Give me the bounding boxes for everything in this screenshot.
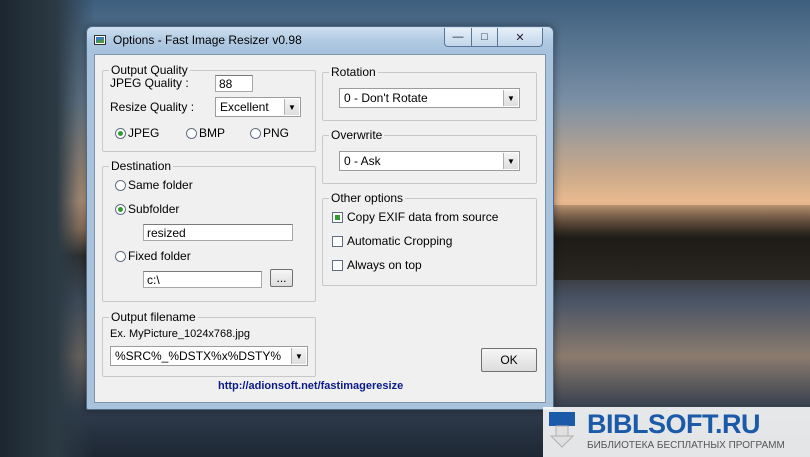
destination-group: Destination Same folder Subfolder resize…	[102, 159, 316, 302]
output-filename-group: Output filename Ex. MyPicture_1024x768.j…	[102, 310, 316, 377]
title-bar[interactable]: Options - Fast Image Resizer v0.98 — □ ✕	[87, 27, 553, 53]
rotation-value: 0 - Don't Rotate	[344, 91, 428, 105]
png-radio-label[interactable]: PNG	[263, 126, 289, 141]
overwrite-value: 0 - Ask	[344, 154, 381, 168]
website-link[interactable]: http://adionsoft.net/fastimageresize	[218, 380, 403, 392]
output-quality-group: Output Quality JPEG Quality : 88 Resize …	[102, 63, 316, 152]
copy-exif-checkbox[interactable]	[332, 212, 343, 223]
desktop-background-treeline	[550, 205, 810, 280]
window-title: Options - Fast Image Resizer v0.98	[113, 33, 302, 47]
output-filename-pattern: %SRC%_%DSTX%x%DSTY%	[115, 349, 282, 363]
png-radio[interactable]	[250, 128, 261, 139]
minimize-icon: —	[452, 31, 464, 43]
minimize-button[interactable]: —	[444, 28, 472, 47]
always-on-top-label[interactable]: Always on top	[347, 258, 422, 273]
output-filename-legend: Output filename	[109, 310, 198, 325]
same-folder-label[interactable]: Same folder	[128, 178, 193, 193]
watermark-subtitle: БИБЛИОТЕКА БЕСПЛАТНЫХ ПРОГРАММ	[587, 440, 785, 451]
options-window: Options - Fast Image Resizer v0.98 — □ ✕…	[86, 26, 554, 410]
rotation-select[interactable]: 0 - Don't Rotate ▼	[339, 88, 520, 108]
watermark: BIBLSOFT.RU БИБЛИОТЕКА БЕСПЛАТНЫХ ПРОГРА…	[543, 407, 810, 457]
overwrite-select[interactable]: 0 - Ask ▼	[339, 151, 520, 171]
always-on-top-checkbox[interactable]	[332, 260, 343, 271]
subfolder-input[interactable]: resized	[143, 224, 293, 241]
resize-quality-label: Resize Quality :	[110, 100, 195, 114]
fixed-folder-label[interactable]: Fixed folder	[128, 249, 191, 264]
jpeg-quality-label: JPEG Quality :	[110, 76, 189, 90]
overwrite-legend: Overwrite	[329, 128, 385, 143]
browse-button[interactable]: ...	[270, 269, 293, 287]
auto-crop-checkbox[interactable]	[332, 236, 343, 247]
app-icon	[94, 35, 106, 45]
chevron-down-icon[interactable]: ▼	[284, 99, 299, 115]
ok-button[interactable]: OK	[481, 348, 537, 372]
watermark-title: BIBLSOFT.RU	[587, 409, 761, 439]
bmp-radio[interactable]	[186, 128, 197, 139]
rotation-group: Rotation 0 - Don't Rotate ▼	[322, 65, 537, 121]
rotation-legend: Rotation	[329, 65, 378, 80]
bmp-radio-label[interactable]: BMP	[199, 126, 225, 141]
other-options-legend: Other options	[329, 191, 406, 206]
output-filename-select[interactable]: %SRC%_%DSTX%x%DSTY% ▼	[110, 346, 308, 366]
jpeg-radio[interactable]	[115, 128, 126, 139]
download-arrow-icon	[549, 412, 575, 448]
chevron-down-icon[interactable]: ▼	[503, 153, 518, 169]
overwrite-group: Overwrite 0 - Ask ▼	[322, 128, 537, 184]
chevron-down-icon[interactable]: ▼	[291, 348, 306, 364]
auto-crop-label[interactable]: Automatic Cropping	[347, 234, 452, 249]
same-folder-radio[interactable]	[115, 180, 126, 191]
fixed-folder-radio[interactable]	[115, 251, 126, 262]
desktop-background	[0, 0, 95, 457]
close-icon: ✕	[515, 31, 525, 44]
fixed-folder-input[interactable]: c:\	[143, 271, 262, 288]
dialog-client-area: Output Quality JPEG Quality : 88 Resize …	[94, 54, 546, 403]
destination-legend: Destination	[109, 159, 174, 174]
subfolder-label[interactable]: Subfolder	[128, 202, 179, 217]
subfolder-radio[interactable]	[115, 204, 126, 215]
other-options-group: Other options Copy EXIF data from source…	[322, 191, 537, 286]
resize-quality-value: Excellent	[220, 100, 269, 114]
maximize-icon: □	[481, 31, 488, 43]
jpeg-radio-label[interactable]: JPEG	[128, 126, 159, 141]
resize-quality-select[interactable]: Excellent ▼	[215, 97, 301, 117]
close-button[interactable]: ✕	[497, 28, 543, 47]
maximize-button[interactable]: □	[471, 28, 498, 47]
copy-exif-label[interactable]: Copy EXIF data from source	[347, 210, 498, 225]
output-filename-example: Ex. MyPicture_1024x768.jpg	[110, 328, 251, 340]
chevron-down-icon[interactable]: ▼	[503, 90, 518, 106]
jpeg-quality-input[interactable]: 88	[215, 75, 253, 92]
